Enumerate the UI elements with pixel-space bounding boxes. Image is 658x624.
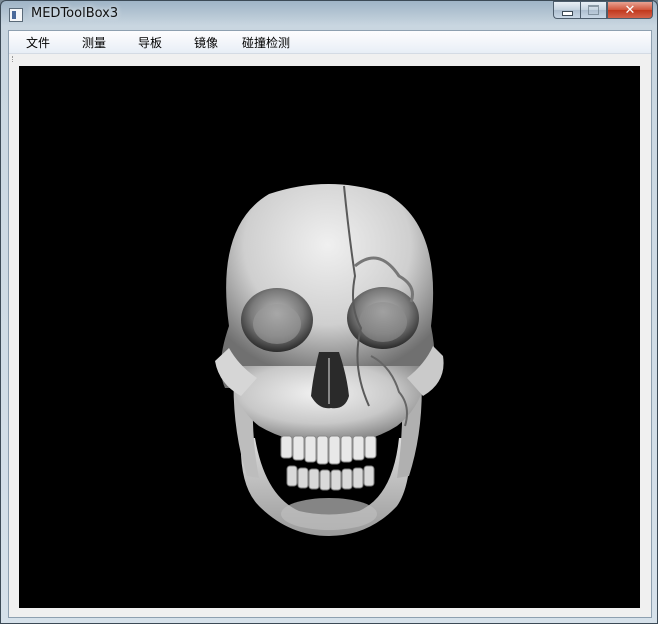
toolbar-grip-icon[interactable] — [12, 56, 16, 62]
client-area: 文件 测量 导板 镜像 碰撞检测 — [8, 30, 652, 618]
minimize-button[interactable] — [553, 1, 580, 19]
menu-collision-detection[interactable]: 碰撞检测 — [240, 34, 292, 51]
render-viewport[interactable] — [19, 66, 640, 608]
toolbar — [9, 54, 651, 64]
close-icon: ✕ — [624, 2, 636, 18]
menu-file[interactable]: 文件 — [24, 34, 52, 51]
minimize-icon — [561, 10, 573, 16]
maximize-icon — [588, 5, 599, 15]
lower-teeth — [286, 465, 375, 491]
title-bar[interactable]: MEDToolBox3 ✕ — [1, 1, 657, 29]
caption-buttons: ✕ — [553, 1, 653, 20]
menu-mirror[interactable]: 镜像 — [192, 34, 220, 51]
window-title: MEDToolBox3 — [31, 6, 119, 21]
menu-bar: 文件 测量 导板 镜像 碰撞检测 — [9, 31, 651, 54]
app-icon[interactable] — [9, 8, 23, 22]
upper-teeth — [280, 435, 377, 465]
maximize-button[interactable] — [580, 1, 607, 19]
close-button[interactable]: ✕ — [607, 1, 653, 19]
app-window: MEDToolBox3 ✕ 文件 测量 导板 镜像 碰撞检测 — [0, 0, 658, 624]
skull-3d-model — [215, 184, 444, 536]
menu-guide-plate[interactable]: 导板 — [136, 34, 164, 51]
menu-measure[interactable]: 测量 — [80, 34, 108, 51]
